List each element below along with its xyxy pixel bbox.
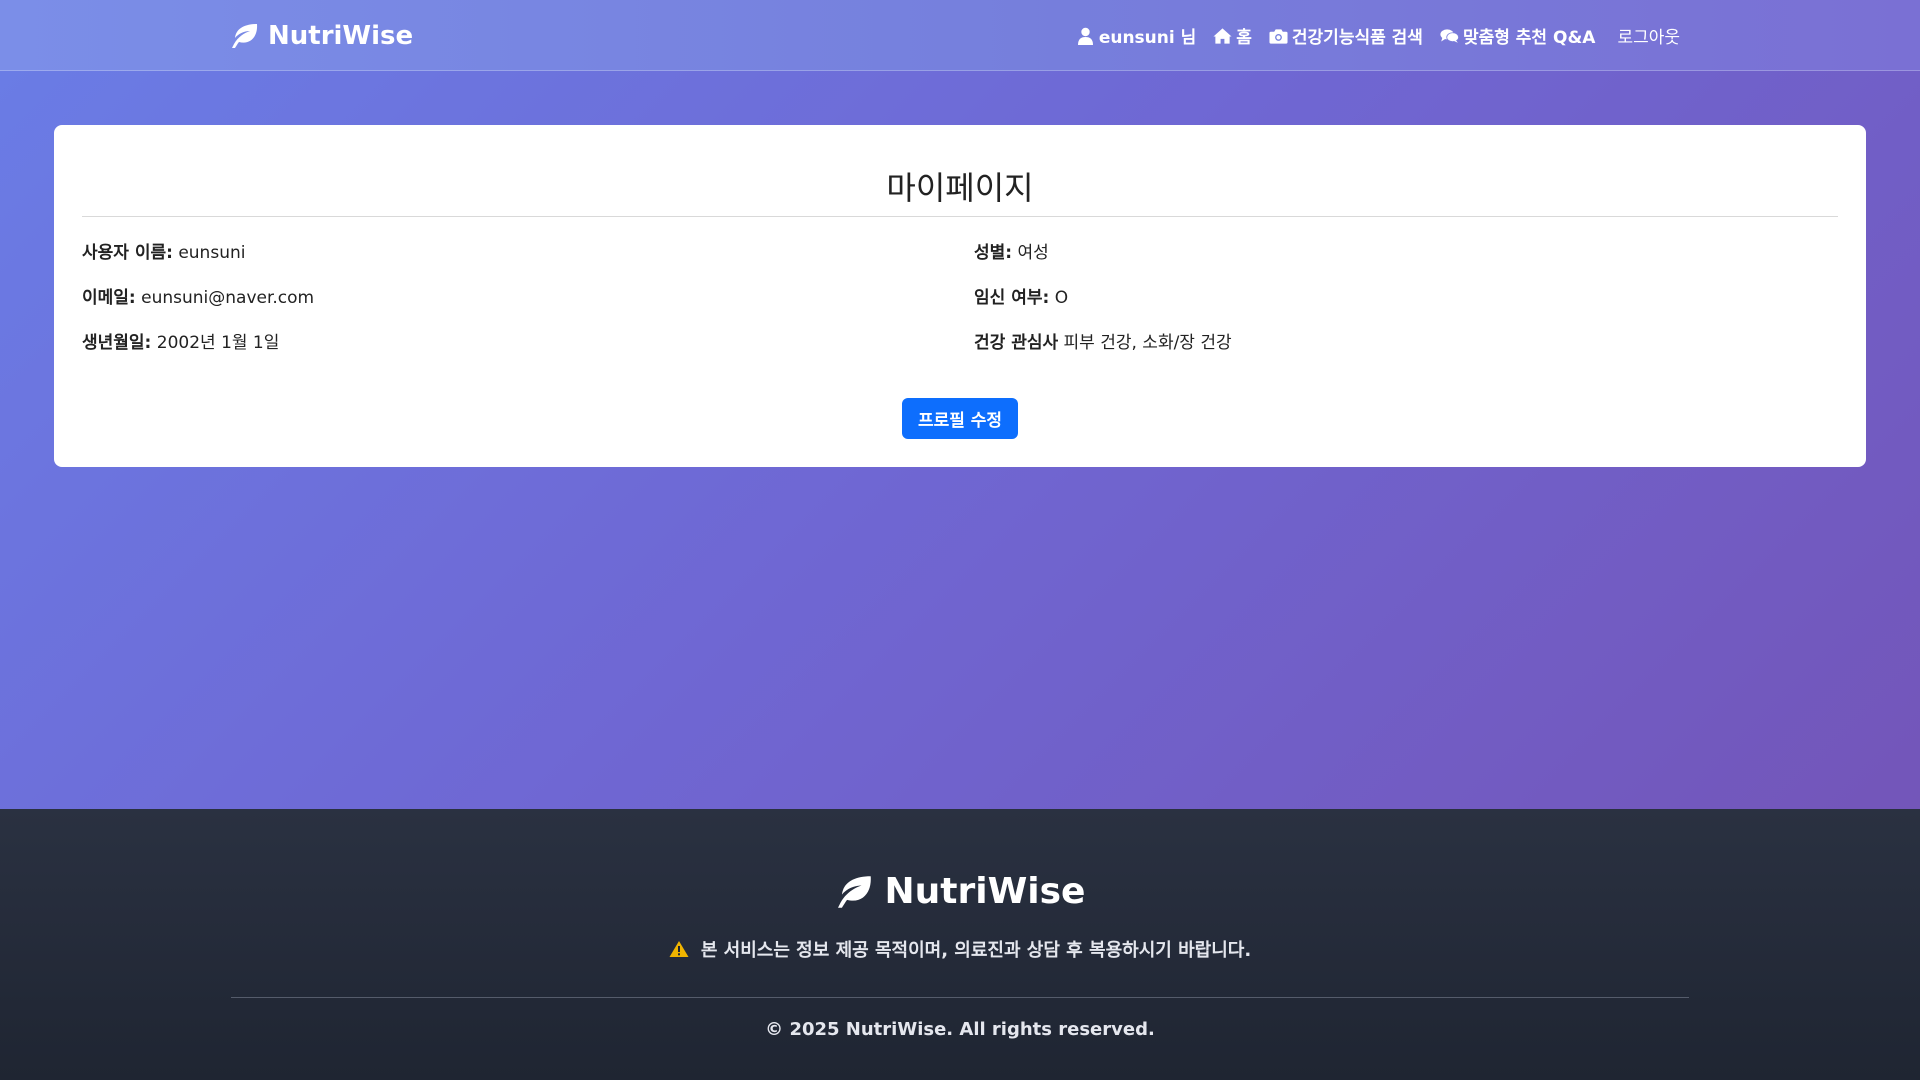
warning-icon <box>669 941 689 957</box>
interests-row: 건강 관심사 피부 건강, 소화/장 건강 <box>974 328 1232 353</box>
pregnancy-label: 임신 여부: <box>974 288 1050 308</box>
edit-profile-button[interactable]: 프로필 수정 <box>902 398 1018 439</box>
interests-label: 건강 관심사 <box>974 333 1059 353</box>
nav-user[interactable]: eunsuni 님 <box>1076 23 1196 48</box>
pregnancy-row: 임신 여부: O <box>974 283 1068 308</box>
home-icon <box>1213 27 1232 44</box>
nav-qa[interactable]: 맞춤형 추천 Q&A <box>1440 23 1595 48</box>
nav-user-label: eunsuni 님 <box>1098 28 1197 48</box>
footer-brand: NutriWise <box>0 871 1920 912</box>
gender-value: 여성 <box>1017 243 1049 263</box>
username-row: 사용자 이름: eunsuni <box>82 238 245 263</box>
brand-logo-link[interactable]: NutriWise <box>230 0 413 71</box>
leaf-icon <box>837 875 871 908</box>
birthdate-value: 2002년 1월 1일 <box>156 333 280 353</box>
user-icon <box>1077 27 1093 45</box>
comments-icon <box>1440 28 1459 43</box>
email-row: 이메일: eunsuni@naver.com <box>82 283 314 308</box>
nav-home-label: 홈 <box>1236 28 1252 48</box>
interests-value: 피부 건강, 소화/장 건강 <box>1063 333 1232 353</box>
pregnancy-value: O <box>1054 288 1069 308</box>
camera-icon <box>1269 28 1288 44</box>
disclaimer-text: 본 서비스는 정보 제공 목적이며, 의료진과 상담 후 복용하시기 바랍니다. <box>700 940 1252 961</box>
disclaimer: 본 서비스는 정보 제공 목적이며, 의료진과 상담 후 복용하시기 바랍니다. <box>0 936 1920 962</box>
username-value: eunsuni <box>178 243 246 263</box>
footer: NutriWise 본 서비스는 정보 제공 목적이며, 의료진과 상담 후 복… <box>0 809 1920 1080</box>
nav-home[interactable]: 홈 <box>1213 23 1252 48</box>
leaf-icon <box>232 23 258 48</box>
copyright: © 2025 NutriWise. All rights reserved. <box>765 1019 1155 1040</box>
email-value: eunsuni@naver.com <box>141 288 315 308</box>
nav-supplement-search[interactable]: 건강기능식품 검색 <box>1269 23 1423 48</box>
gender-label: 성별: <box>974 243 1013 263</box>
birthdate-row: 생년월일: 2002년 1월 1일 <box>82 328 279 353</box>
email-label: 이메일: <box>82 288 136 308</box>
brand-name: NutriWise <box>268 20 414 51</box>
username-label: 사용자 이름: <box>82 243 173 263</box>
nav-menu: eunsuni 님 홈 건강기능식품 검색 맞춤형 추천 Q&A 로그아웃 <box>1076 0 1680 71</box>
profile-card: 마이페이지 사용자 이름: eunsuni 이메일: eunsuni@naver… <box>54 125 1866 467</box>
gender-row: 성별: 여성 <box>974 238 1049 263</box>
page-title: 마이페이지 <box>82 163 1838 217</box>
footer-divider <box>231 997 1689 998</box>
nav-supplement-search-label: 건강기능식품 검색 <box>1291 28 1423 48</box>
footer-brand-name: NutriWise <box>884 871 1086 912</box>
nav-logout[interactable]: 로그아웃 <box>1617 23 1680 48</box>
birthdate-label: 생년월일: <box>82 333 152 353</box>
nav-qa-label: 맞춤형 추천 Q&A <box>1462 28 1596 48</box>
navbar: NutriWise eunsuni 님 홈 건강기능식품 검색 맞춤형 추천 Q… <box>0 0 1920 71</box>
